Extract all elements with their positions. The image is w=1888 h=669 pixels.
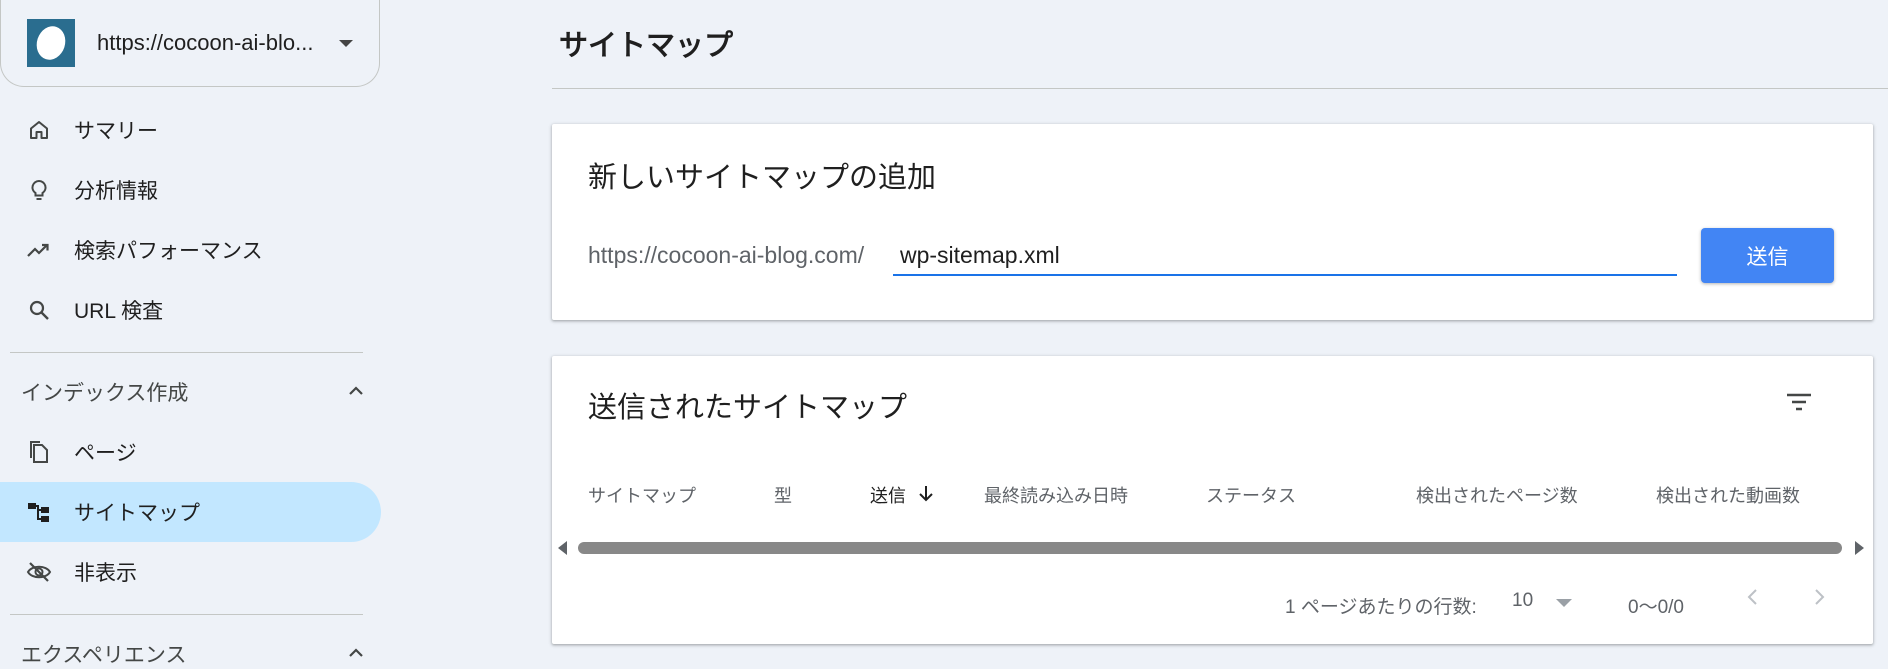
pagination-range: 0〜0/0 <box>1628 597 1684 618</box>
home-icon <box>24 115 54 145</box>
column-header-last-read[interactable]: 最終読み込み日時 <box>984 482 1128 508</box>
section-header-indexing[interactable]: インデックス作成 <box>21 372 366 412</box>
card-title: 新しいサイトマップの追加 <box>588 162 937 194</box>
rows-per-page-label: 1 ページあたりの行数: <box>1285 597 1477 618</box>
sidebar-item-pages[interactable]: ページ <box>0 422 381 482</box>
chevron-up-icon <box>346 642 366 666</box>
next-page-button[interactable] <box>1804 584 1834 614</box>
sitemap-icon <box>24 497 54 527</box>
sidebar-item-removals[interactable]: 非表示 <box>0 542 381 602</box>
section-label: エクスペリエンス <box>21 644 187 667</box>
title-divider <box>552 88 1888 89</box>
nav-divider <box>10 614 363 615</box>
page-title: サイトマップ <box>559 30 734 62</box>
trending-up-icon <box>24 235 54 265</box>
dropdown-caret-icon <box>339 39 353 47</box>
column-header-sitemap[interactable]: サイトマップ <box>588 482 696 508</box>
sidebar-item-label: サマリー <box>74 120 158 143</box>
submit-button[interactable]: 送信 <box>1701 228 1834 283</box>
eye-off-icon <box>24 557 54 587</box>
sidebar-item-label: ページ <box>74 442 137 465</box>
rows-per-page-select[interactable]: 10 <box>1512 590 1533 612</box>
chevron-up-icon <box>346 380 366 404</box>
filter-button[interactable] <box>1777 382 1821 426</box>
sidebar-item-label: 検索パフォーマンス <box>74 240 263 263</box>
horizontal-scrollbar[interactable] <box>578 542 1842 554</box>
property-selector[interactable]: https://cocoon-ai-blo... <box>0 0 380 87</box>
arrow-down-icon <box>918 484 934 507</box>
column-header-type[interactable]: 型 <box>774 482 792 508</box>
url-prefix: https://cocoon-ai-blog.com/ <box>588 242 865 268</box>
add-sitemap-card: 新しいサイトマップの追加 https://cocoon-ai-blog.com/… <box>552 124 1873 320</box>
chevron-right-icon <box>1812 587 1826 612</box>
scroll-left-arrow[interactable] <box>558 541 567 555</box>
sidebar-item-url-inspection[interactable]: URL 検査 <box>0 280 381 340</box>
sidebar-item-label: URL 検査 <box>74 300 164 323</box>
nav-divider <box>10 352 363 353</box>
sidebar-item-sitemaps[interactable]: サイトマップ <box>0 482 381 542</box>
column-header-submitted[interactable]: 送信 <box>870 482 934 508</box>
sidebar-item-label: 非表示 <box>74 562 137 585</box>
sidebar-item-performance[interactable]: 検索パフォーマンス <box>0 220 381 280</box>
section-header-experience[interactable]: エクスペリエンス <box>21 634 366 669</box>
column-header-discovered-videos[interactable]: 検出された動画数 <box>1656 482 1800 508</box>
section-label: インデックス作成 <box>21 382 189 405</box>
card-title: 送信されたサイトマップ <box>588 392 908 424</box>
previous-page-button[interactable] <box>1738 584 1768 614</box>
sidebar-item-insights[interactable]: 分析情報 <box>0 160 381 220</box>
rows-per-page-caret-icon[interactable] <box>1556 599 1572 607</box>
chevron-left-icon <box>1746 587 1760 612</box>
sidebar-item-summary[interactable]: サマリー <box>0 100 381 160</box>
filter-icon <box>1785 391 1813 418</box>
search-icon <box>24 295 54 325</box>
column-header-discovered-pages[interactable]: 検出されたページ数 <box>1416 482 1578 508</box>
sitemap-url-input[interactable] <box>893 236 1677 276</box>
column-header-status[interactable]: ステータス <box>1206 482 1296 508</box>
pages-icon <box>24 437 54 467</box>
sidebar-item-label: サイトマップ <box>74 502 200 525</box>
lightbulb-icon <box>24 175 54 205</box>
property-url: https://cocoon-ai-blo... <box>97 30 314 55</box>
column-header-label: 送信 <box>870 486 906 506</box>
submitted-sitemaps-card: 送信されたサイトマップ サイトマップ 型 送信 最終読み込み日時 ステータス 検… <box>552 356 1873 644</box>
scroll-right-arrow[interactable] <box>1855 541 1864 555</box>
property-logo <box>27 19 75 67</box>
sidebar-item-label: 分析情報 <box>74 180 158 203</box>
